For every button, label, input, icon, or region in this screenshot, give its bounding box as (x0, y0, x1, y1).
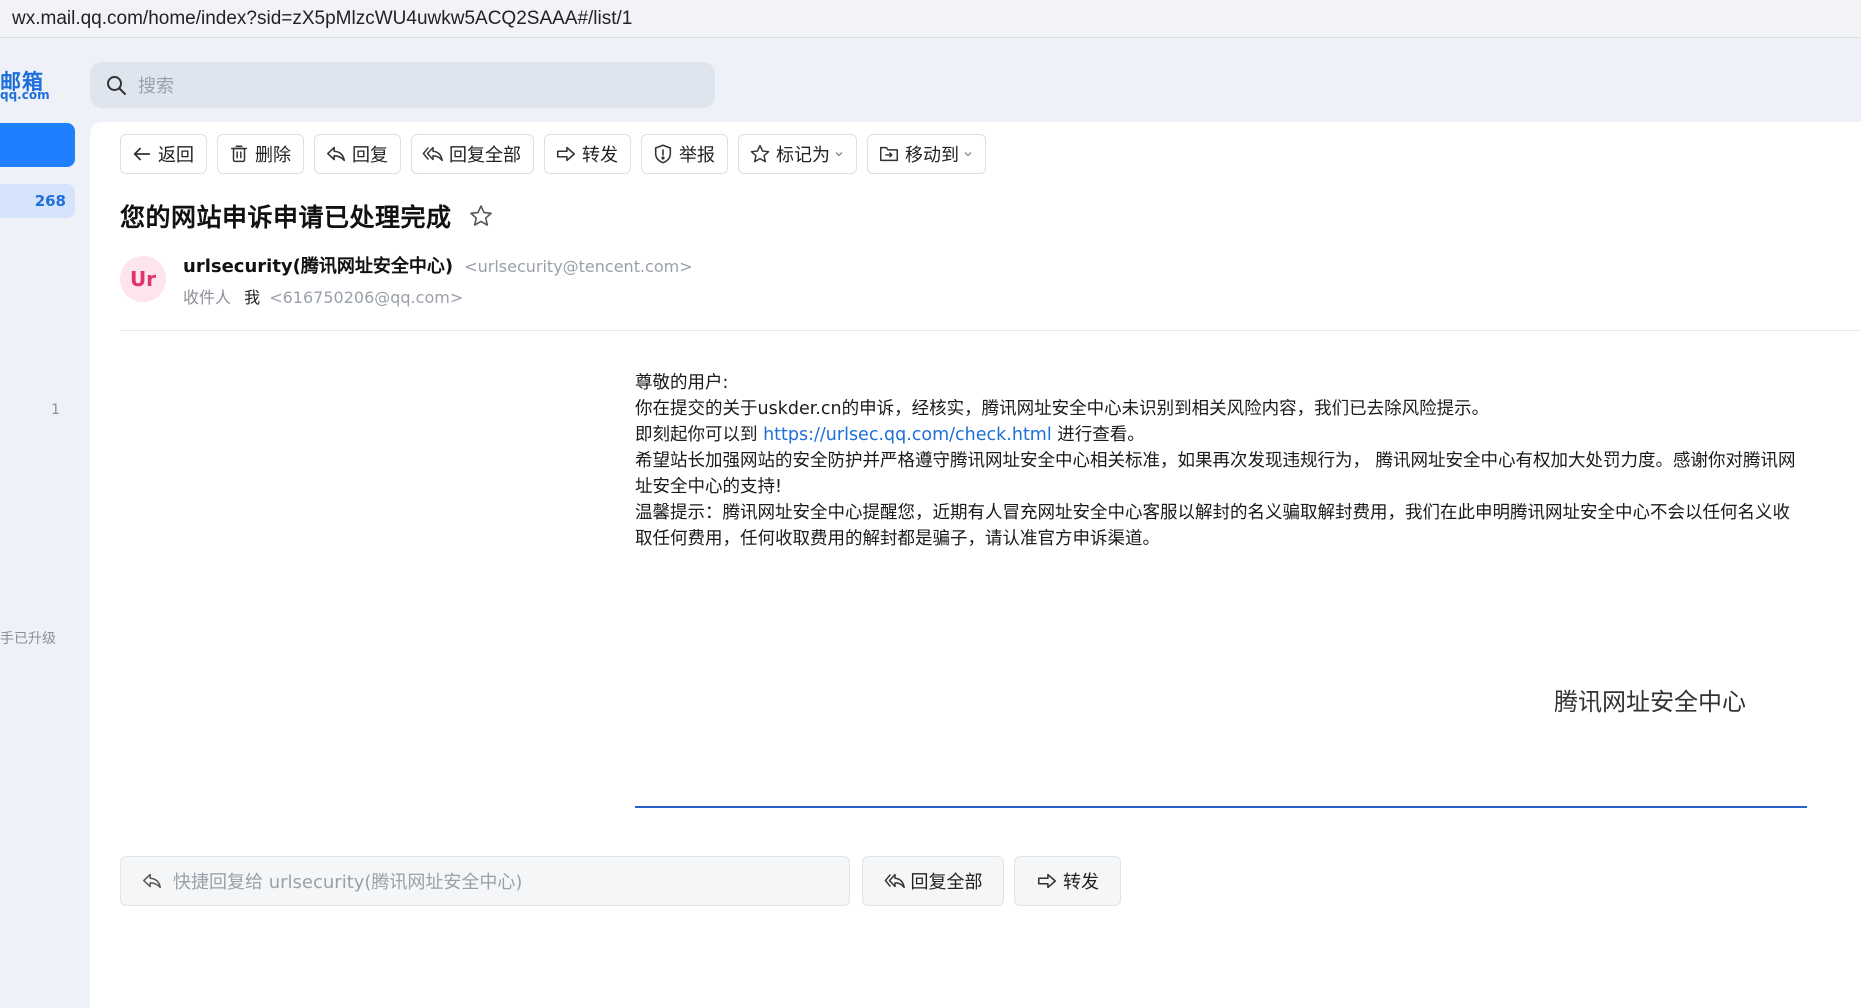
sidebar-item-count[interactable]: 1 (0, 402, 60, 418)
reply-all-icon (884, 873, 905, 889)
body-paragraph: 希望站长加强网站的安全防护并严格遵守腾讯网址安全中心相关标准，如果再次发现违规行… (635, 451, 1796, 497)
body-greeting: 尊敬的用户: (635, 373, 729, 393)
email-signature: 腾讯网址安全中心 (1554, 688, 1746, 716)
email-view: 返回 删除 回复 回复全部 转发 举报 标记为 移动到 您的网站申诉申请已处理完… (90, 122, 1861, 1008)
quick-reply-all-button[interactable]: 回复全部 (862, 856, 1004, 906)
quick-reply-all-label: 回复全部 (910, 872, 983, 893)
logo-subtext: qq.com (0, 88, 50, 102)
reply-all-label: 回复全部 (449, 145, 521, 166)
email-subject: 您的网站申诉申请已处理完成 (120, 203, 452, 232)
sender-email: <urlsecurity@tencent.com> (464, 257, 693, 276)
reply-all-button[interactable]: 回复全部 (411, 134, 534, 174)
header-divider (120, 330, 1861, 331)
body-paragraph: 温馨提示：腾讯网址安全中心提醒您，近期有人冒充网址安全中心客服以解封的名义骗取解… (635, 503, 1790, 549)
body-paragraph: 你在提交的关于uskder.cn的申诉，经核实，腾讯网址安全中心未识别到相关风险… (635, 399, 1490, 419)
inbox-unread-count: 268 (34, 192, 66, 210)
search-placeholder: 搜索 (138, 76, 174, 97)
trash-icon (230, 145, 248, 163)
arrow-left-icon (133, 147, 151, 161)
forward-button[interactable]: 转发 (544, 134, 631, 174)
recipient-email: <616750206@qq.com> (269, 288, 464, 307)
report-label: 举报 (679, 145, 715, 166)
quick-reply-placeholder: 快捷回复给 urlsecurity(腾讯网址安全中心) (173, 872, 523, 893)
body-divider (635, 806, 1807, 808)
check-link[interactable]: https://urlsec.qq.com/check.html (763, 425, 1052, 445)
chevron-down-icon (835, 152, 843, 157)
email-toolbar: 返回 删除 回复 回复全部 转发 举报 标记为 移动到 (120, 134, 986, 174)
body-text: 即刻起你可以到 (635, 425, 764, 445)
body-text: 进行查看。 (1051, 425, 1145, 445)
sender-info: Ur urlsecurity(腾讯网址安全中心) <urlsecurity@te… (120, 252, 1820, 322)
delete-label: 删除 (255, 145, 291, 166)
report-button[interactable]: 举报 (641, 134, 728, 174)
star-icon (750, 144, 770, 163)
forward-label: 转发 (582, 145, 618, 166)
sender-name[interactable]: urlsecurity(腾讯网址安全中心) (183, 256, 453, 277)
body-paragraph: 即刻起你可以到 https://urlsec.qq.com/check.html… (635, 422, 1805, 448)
move-to-dropdown[interactable]: 移动到 (867, 134, 986, 174)
folder-move-icon (880, 146, 898, 162)
upgrade-notice: 手已升级 (0, 631, 56, 647)
sidebar-item-inbox[interactable]: 268 (0, 184, 75, 218)
quick-forward-label: 转发 (1063, 872, 1099, 893)
quick-forward-button[interactable]: 转发 (1014, 856, 1121, 906)
recipient-line: 收件人 我 <616750206@qq.com> (183, 284, 463, 308)
sidebar: 邮箱 qq.com 268 1 手已升级 (0, 38, 90, 1008)
delete-button[interactable]: 删除 (217, 134, 304, 174)
quick-reply-input[interactable]: 快捷回复给 urlsecurity(腾讯网址安全中心) (120, 856, 850, 906)
back-button[interactable]: 返回 (120, 134, 207, 174)
recipient-label: 收件人 (183, 288, 232, 307)
reply-button[interactable]: 回复 (314, 134, 401, 174)
search-input[interactable]: 搜索 (90, 62, 715, 108)
forward-icon (556, 146, 576, 162)
forward-icon (1037, 873, 1057, 889)
back-label: 返回 (158, 145, 194, 166)
address-bar[interactable]: wx.mail.qq.com/home/index?sid=zX5pMlzcWU… (0, 0, 1861, 38)
shield-icon (654, 144, 672, 164)
mark-as-dropdown[interactable]: 标记为 (738, 134, 857, 174)
avatar[interactable]: Ur (120, 256, 166, 302)
subject-row: 您的网站申诉申请已处理完成 (120, 196, 494, 236)
reply-icon (143, 873, 161, 889)
chevron-down-icon (964, 152, 972, 157)
star-icon[interactable] (468, 203, 494, 229)
reply-label: 回复 (352, 145, 388, 166)
reply-icon (326, 146, 346, 162)
email-body: 尊敬的用户: 你在提交的关于uskder.cn的申诉，经核实，腾讯网址安全中心未… (635, 370, 1805, 552)
compose-button[interactable] (0, 123, 75, 167)
reply-all-icon (422, 146, 443, 162)
sender-line: urlsecurity(腾讯网址安全中心) <urlsecurity@tence… (183, 252, 693, 278)
recipient-name[interactable]: 我 (244, 288, 260, 307)
search-icon (107, 76, 126, 95)
move-to-label: 移动到 (905, 145, 959, 166)
mark-as-label: 标记为 (776, 145, 830, 166)
